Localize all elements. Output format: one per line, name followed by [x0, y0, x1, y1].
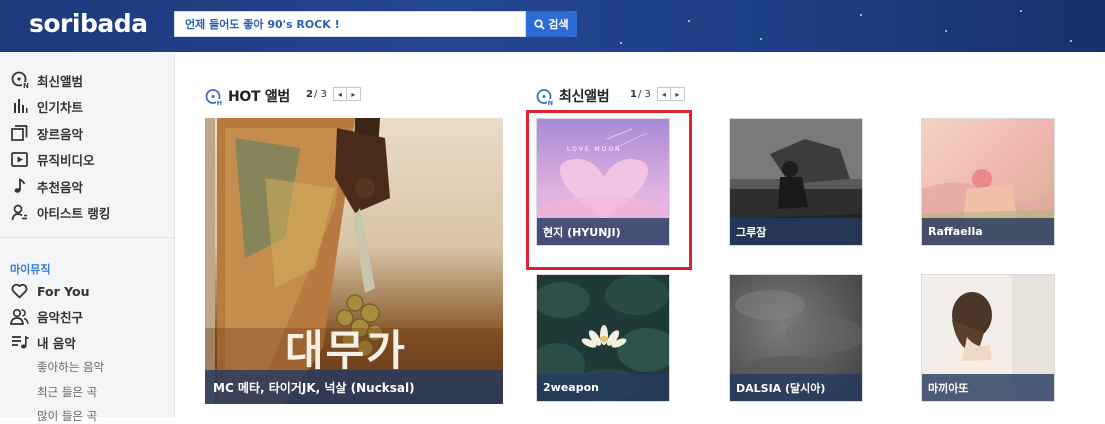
search-button-label: 검색	[548, 18, 569, 31]
album-card[interactable]: 마끼아또	[921, 274, 1055, 402]
chart-bars-icon	[10, 97, 29, 116]
latest-prev-button[interactable]: ◂	[656, 87, 671, 101]
sidebar-item-label: For You	[37, 283, 90, 299]
sidebar-item-label: 장르음악	[37, 126, 84, 142]
hot-page-total: / 3	[313, 88, 327, 100]
svg-text:N: N	[548, 99, 553, 105]
hot-album-cover: 대무가	[205, 118, 503, 404]
hot-album-icon: H	[205, 88, 222, 105]
album-title: DALSIA (달시아)	[730, 374, 862, 401]
sidebar-item-label: 내 음악	[37, 335, 76, 351]
search-icon	[534, 18, 546, 30]
album-card[interactable]: Raffaella	[921, 118, 1055, 246]
friends-icon	[10, 307, 29, 326]
sidebar-item-label: 음악친구	[37, 309, 84, 325]
album-card[interactable]: DALSIA (달시아)	[729, 274, 863, 402]
latest-page-current: 1	[630, 88, 637, 100]
selection-highlight	[526, 110, 692, 270]
sidebar-item-label: 인기차트	[37, 99, 84, 115]
album-title: 2weapon	[537, 374, 669, 401]
top-header: soribada 검색	[0, 0, 1105, 52]
sidebar-item-label: 아티스트 랭킹	[37, 205, 111, 221]
latest-albums-header: N 최신앨범	[536, 86, 610, 106]
sidebar-item-label: 뮤직비디오	[37, 152, 95, 168]
hot-albums-header: H HOT 앨범	[205, 86, 290, 106]
hot-prev-button[interactable]: ◂	[332, 87, 347, 101]
sidebar-item-artist-ranking[interactable]: 아티스트 랭킹	[10, 202, 110, 222]
album-card[interactable]: 2weapon	[536, 274, 670, 402]
latest-pager: 1 / 3 ◂ ▸	[630, 87, 685, 101]
soribada-logo[interactable]: soribada	[29, 9, 148, 38]
playlist-icon	[10, 333, 29, 352]
hot-albums-title: HOT 앨범	[228, 89, 291, 105]
latest-next-button[interactable]: ▸	[670, 87, 685, 101]
album-title: Raffaella	[922, 218, 1054, 245]
sidebar-item-recommend[interactable]: 추천음악	[10, 176, 83, 196]
new-album-icon: N	[536, 88, 553, 105]
sidebar-item-for-you[interactable]: For You	[10, 281, 90, 301]
search-box	[174, 11, 526, 37]
album-card[interactable]: 그루잠	[729, 118, 863, 246]
sidebar-item-genre[interactable]: 장르음악	[10, 123, 83, 143]
video-play-icon	[10, 150, 29, 169]
sidebar-item-music-video[interactable]: 뮤직비디오	[10, 149, 95, 169]
genre-icon	[10, 124, 29, 143]
search-button[interactable]: 검색	[526, 11, 577, 37]
album-title: 마끼아또	[922, 374, 1054, 401]
latest-page-total: / 3	[637, 88, 651, 100]
sidebar-subitem-recent[interactable]: 최근 들은 곡	[37, 384, 97, 400]
search-input[interactable]	[175, 12, 525, 36]
hot-pager: 2 / 3 ◂ ▸	[306, 87, 361, 101]
hot-cover-title: 대무가	[285, 326, 407, 375]
latest-albums-title: 최신앨범	[559, 89, 610, 105]
my-music-title[interactable]: 마이뮤직	[10, 261, 50, 277]
sidebar-item-charts[interactable]: 인기차트	[10, 96, 83, 116]
hot-album-title: MC 메타, 타이거JK, 넉살 (Nucksal)	[205, 370, 503, 404]
hot-album-card[interactable]: 대무가 MC 메타, 타이거JK, 넉살 (Nucksal)	[205, 118, 503, 404]
sidebar-item-new-albums[interactable]: N 최신앨범	[10, 70, 83, 90]
sidebar-item-label: 최신앨범	[37, 73, 84, 89]
heart-icon	[10, 282, 29, 301]
sidebar-item-label: 추천음악	[37, 179, 84, 195]
new-album-icon: N	[10, 71, 29, 90]
sidebar-item-my-music[interactable]: 내 음악	[10, 332, 76, 352]
svg-text:N: N	[23, 82, 29, 89]
sidebar-subitem-most-played[interactable]: 많이 들은 곡	[37, 408, 97, 424]
sidebar-item-music-friends[interactable]: 음악친구	[10, 306, 83, 326]
sidebar-divider	[0, 237, 174, 238]
hot-page-current: 2	[306, 88, 313, 100]
sidebar: N 최신앨범 인기차트 장르음악 뮤직비디오 추천음악 아티스트 랭킹 마이뮤직…	[0, 52, 175, 423]
hot-next-button[interactable]: ▸	[346, 87, 361, 101]
svg-text:H: H	[217, 99, 222, 105]
artist-icon	[10, 203, 29, 222]
music-note-icon	[10, 177, 29, 196]
album-title: 그루잠	[730, 218, 862, 245]
sidebar-subitem-liked[interactable]: 좋아하는 음악	[37, 359, 104, 375]
